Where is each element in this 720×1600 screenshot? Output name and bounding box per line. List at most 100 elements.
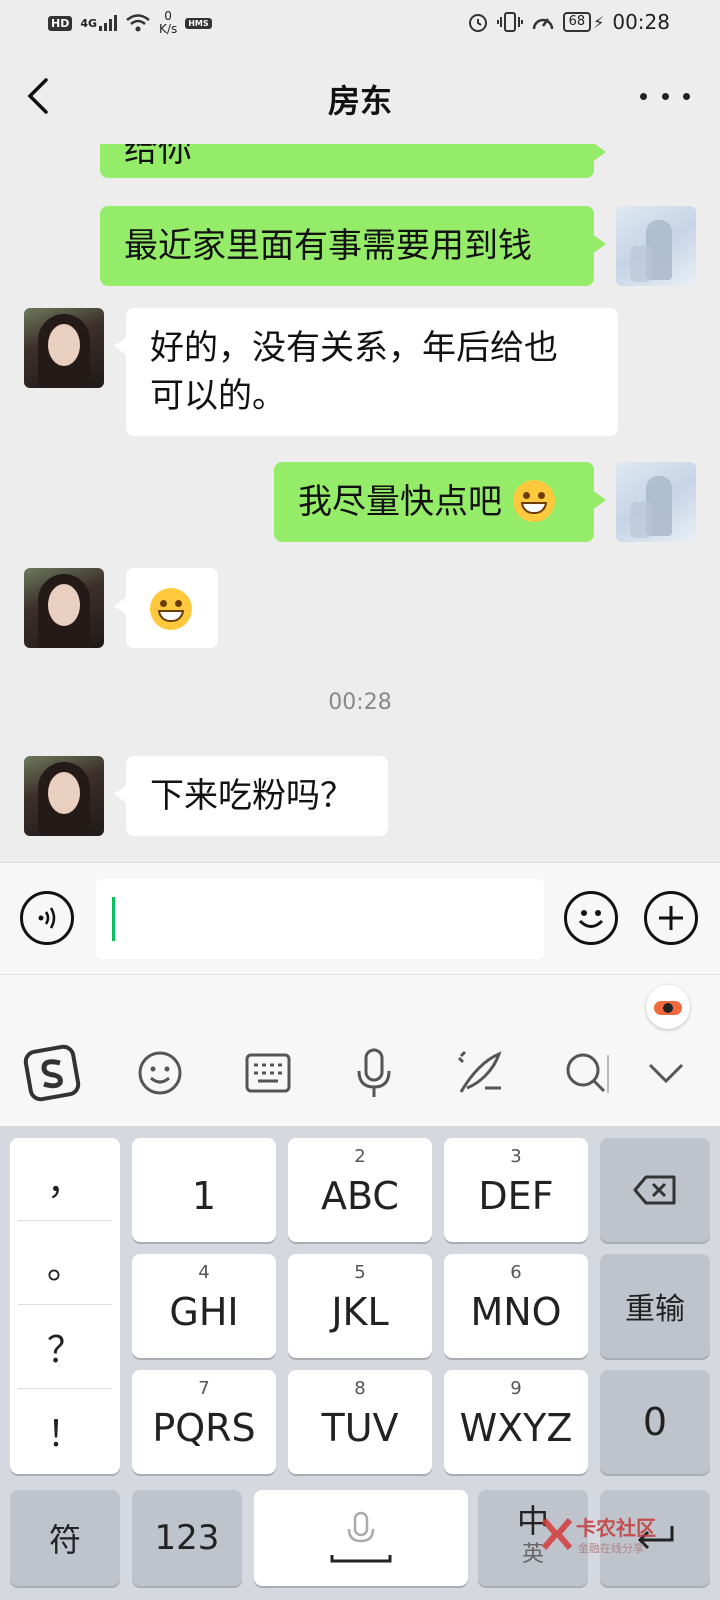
key-label: DEF: [478, 1174, 554, 1218]
alarm-icon: [468, 14, 487, 32]
key-number: 8: [354, 1378, 366, 1399]
more-functions-button[interactable]: [644, 891, 698, 945]
vibrate-icon: [496, 12, 523, 32]
nav-bar: 房东: [0, 48, 720, 144]
key-label: GHI: [169, 1290, 239, 1334]
divider: [18, 1388, 112, 1389]
message-text: 最近家里面有事需要用到钱: [124, 226, 532, 266]
message-input[interactable]: [96, 879, 544, 959]
message-text-line: 好的，没有关系，年后给也: [150, 328, 558, 368]
key-label: ABC: [321, 1174, 399, 1218]
emoji-button[interactable]: [564, 891, 618, 945]
speed-meter-icon: [532, 18, 553, 30]
key-number: 3: [510, 1146, 522, 1167]
collapse-keyboard-icon[interactable]: [636, 1043, 696, 1103]
watermark-title: 卡农社区: [576, 1516, 656, 1540]
chat-title: 房东: [327, 82, 392, 120]
space-key[interactable]: [254, 1490, 468, 1586]
key-label: WXYZ: [459, 1406, 573, 1450]
status-right: 68 ⚡ 00:28: [467, 10, 670, 34]
punct-period-key[interactable]: 。: [10, 1222, 120, 1304]
voice-icon: [38, 907, 56, 929]
chat-area[interactable]: 给你 最近家里面有事需要用到钱 好的，没有关系，年后给也 可以的。 我尽量快点吧…: [0, 144, 720, 864]
grinning-emoji-icon: [150, 587, 192, 630]
wifi-icon: [126, 14, 150, 32]
contact-avatar[interactable]: [24, 756, 104, 836]
punct-comma-key[interactable]: ，: [10, 1138, 120, 1220]
key-number: 9: [510, 1378, 522, 1399]
message-text: 给你: [124, 144, 192, 170]
punct-exclaim-key[interactable]: ！: [10, 1390, 120, 1472]
key-number: 5: [354, 1262, 366, 1283]
plus-icon: [659, 906, 683, 930]
message-bubble[interactable]: 我尽量快点吧: [274, 462, 606, 542]
key-label: TUV: [321, 1406, 399, 1450]
key-2[interactable]: 2 ABC: [288, 1138, 432, 1242]
key-number: 4: [198, 1262, 210, 1283]
crying-laughing-emoji-icon: [512, 479, 555, 522]
charging-icon: ⚡: [593, 12, 605, 32]
search-icon[interactable]: [556, 1043, 616, 1103]
key-label: MNO: [470, 1290, 562, 1334]
message-bubble[interactable]: 给你: [100, 144, 606, 178]
handwriting-icon[interactable]: [450, 1043, 510, 1103]
contact-avatar[interactable]: [24, 568, 104, 648]
net-speed: 0 K/s: [159, 10, 177, 36]
more-options-button[interactable]: [640, 78, 690, 114]
status-left: HD 4G 0 K/s HMS: [48, 10, 212, 36]
battery-level: 68: [562, 12, 592, 32]
smiley-icon: [578, 910, 604, 928]
key-1[interactable]: 1: [132, 1138, 276, 1242]
key-7[interactable]: 7 PQRS: [132, 1370, 276, 1474]
key-number: 7: [198, 1378, 210, 1399]
numbers-key[interactable]: 123: [132, 1490, 242, 1586]
reinput-key[interactable]: 重输: [600, 1254, 710, 1358]
my-avatar[interactable]: [616, 462, 696, 542]
chat-timestamp: 00:28: [328, 690, 392, 715]
more-dot-icon: [683, 92, 690, 100]
more-dot-icon: [640, 92, 647, 100]
key-number: 6: [510, 1262, 522, 1283]
key-9[interactable]: 9 WXYZ: [444, 1370, 588, 1474]
status-time: 00:28: [612, 10, 670, 34]
ime-mascot-icon[interactable]: [646, 985, 690, 1029]
divider: [18, 1304, 112, 1305]
my-avatar[interactable]: [616, 206, 696, 286]
contact-avatar[interactable]: [24, 308, 104, 388]
key-label: PQRS: [152, 1406, 256, 1450]
key-0[interactable]: 0: [600, 1370, 710, 1474]
message-text: 下来吃粉吗？: [150, 776, 354, 816]
message-bubble[interactable]: 最近家里面有事需要用到钱: [100, 206, 606, 286]
key-number: 2: [354, 1146, 366, 1167]
more-dot-icon: [661, 92, 669, 100]
message-bubble[interactable]: [114, 568, 218, 648]
key-label: JKL: [331, 1290, 389, 1334]
input-bar: [0, 862, 720, 974]
punctuation-column[interactable]: ， 。 ？ ！: [10, 1138, 120, 1474]
key-6[interactable]: 6 MNO: [444, 1254, 588, 1358]
key-5[interactable]: 5 JKL: [288, 1254, 432, 1358]
punct-question-key[interactable]: ？: [10, 1306, 120, 1388]
microphone-icon[interactable]: [344, 1043, 404, 1103]
message-text-line: 可以的。: [150, 376, 286, 416]
text-caret: [112, 897, 115, 941]
key-3[interactable]: 3 DEF: [444, 1138, 588, 1242]
sogou-logo-icon[interactable]: [22, 1043, 82, 1103]
status-bar: HD 4G 0 K/s HMS 68 ⚡ 00:28: [0, 0, 720, 48]
keyboard-layout-icon[interactable]: [238, 1043, 298, 1103]
key-8[interactable]: 8 TUV: [288, 1370, 432, 1474]
voice-input-button[interactable]: [20, 891, 74, 945]
net-type: 4G: [80, 16, 98, 30]
watermark-subtitle: 金融在线分享: [578, 1542, 644, 1555]
watermark-logo: 卡农社区 金融在线分享: [540, 1510, 710, 1570]
keyboard-toolbar: [0, 974, 720, 1126]
key-4[interactable]: 4 GHI: [132, 1254, 276, 1358]
symbol-key[interactable]: 符: [10, 1490, 120, 1586]
message-bubble[interactable]: 好的，没有关系，年后给也 可以的。: [114, 308, 618, 436]
message-bubble[interactable]: 下来吃粉吗？: [114, 756, 388, 836]
emoji-keyboard-icon[interactable]: [130, 1043, 190, 1103]
message-text: 我尽量快点吧: [298, 482, 502, 522]
signal-icon: [99, 15, 118, 31]
backspace-key[interactable]: [600, 1138, 710, 1242]
net-speed-unit: K/s: [159, 22, 178, 36]
